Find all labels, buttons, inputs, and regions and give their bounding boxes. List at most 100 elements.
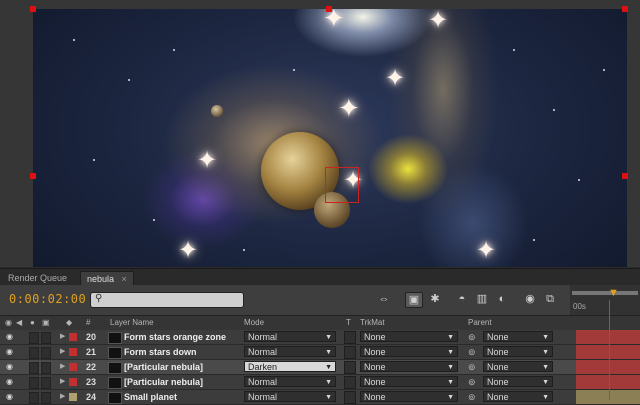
layer-name[interactable]: [Particular nebula] [124, 375, 203, 389]
time-indicator-icon[interactable]: ▼ [608, 287, 619, 299]
trkmat-select[interactable]: None ▼ [360, 331, 458, 342]
lock-switch[interactable] [41, 332, 51, 344]
header-layer-name[interactable]: Layer Name [110, 318, 154, 327]
lock-switch[interactable] [41, 362, 51, 374]
solo-icon[interactable]: ● [30, 318, 35, 327]
trkmat-select[interactable]: None ▼ [360, 346, 458, 357]
parent-select[interactable]: None ▼ [483, 331, 553, 342]
current-time-display[interactable]: 0:00:02:00 [9, 292, 86, 306]
expand-triangle-icon[interactable]: ▶ [60, 390, 65, 404]
trkmat-select[interactable]: None ▼ [360, 376, 458, 387]
eye-icon[interactable]: ◉ [6, 330, 13, 344]
blend-mode-select[interactable]: Normal ▼ [244, 391, 336, 402]
pickwhip-icon[interactable]: ⊚ [468, 330, 476, 344]
expand-triangle-icon[interactable]: ▶ [60, 360, 65, 374]
layer-name[interactable]: Form stars down [124, 345, 197, 359]
eye-icon[interactable]: ◉ [6, 375, 13, 389]
parent-select[interactable]: None ▼ [483, 361, 553, 372]
layer-name[interactable]: Small planet [124, 390, 177, 404]
blend-mode-select[interactable]: Darken ▼ [244, 361, 336, 372]
brainstorm-icon[interactable]: ◉ [522, 292, 538, 306]
blend-mode-select[interactable]: Normal ▼ [244, 346, 336, 357]
audio-icon[interactable]: ◀ [16, 318, 22, 327]
trkmat-select[interactable]: None ▼ [360, 361, 458, 372]
header-mode[interactable]: Mode [244, 318, 264, 327]
composition-canvas[interactable]: ✦ ✦ ✦ ✦ ✦ ✦ ✦ ✦ [33, 9, 627, 267]
lock-switch[interactable] [41, 347, 51, 359]
label-color-swatch[interactable] [69, 363, 77, 371]
solo-switch[interactable] [29, 392, 39, 404]
tab-nebula[interactable]: nebula × [80, 271, 134, 286]
header-number[interactable]: # [86, 318, 90, 327]
solo-switch[interactable] [29, 347, 39, 359]
label-icon[interactable]: ◆ [66, 318, 72, 327]
eye-icon[interactable]: ◉ [6, 360, 13, 374]
layer-duration-bar[interactable] [576, 330, 640, 344]
time-ruler[interactable]: ▼ 00s [570, 285, 640, 315]
parent-select[interactable]: None ▼ [483, 376, 553, 387]
pickwhip-icon[interactable]: ⊚ [468, 360, 476, 374]
preserve-transparency-toggle[interactable] [344, 361, 356, 374]
search-input[interactable]: ⚲ [90, 292, 244, 308]
layer-name[interactable]: Form stars orange zone [124, 330, 226, 344]
preserve-transparency-toggle[interactable] [344, 331, 356, 344]
pickwhip-icon[interactable]: ⊚ [468, 375, 476, 389]
layer-selection-box[interactable] [325, 167, 359, 203]
preserve-transparency-toggle[interactable] [344, 346, 356, 359]
header-trkmat[interactable]: TrkMat [360, 318, 385, 327]
preserve-transparency-toggle[interactable] [344, 391, 356, 404]
layer-duration-bar[interactable] [576, 345, 640, 359]
close-icon[interactable]: × [122, 274, 127, 284]
work-area-bar[interactable] [572, 291, 638, 295]
label-color-swatch[interactable] [69, 378, 77, 386]
lock-switch[interactable] [41, 392, 51, 404]
comp-handle[interactable] [622, 6, 628, 12]
solo-switch[interactable] [29, 377, 39, 389]
layer-duration-bar[interactable] [576, 360, 640, 374]
eye-icon[interactable]: ◉ [6, 390, 13, 404]
motion-blur-icon[interactable]: ◐ [494, 292, 510, 306]
solo-switch[interactable] [29, 362, 39, 374]
layer-row[interactable]: ◉ ▶ 21 Form stars down Normal ▼ None ▼ ⊚… [0, 345, 640, 360]
lock-icon[interactable]: ▣ [42, 318, 50, 327]
parent-select[interactable]: None ▼ [483, 391, 553, 402]
tab-render-queue[interactable]: Render Queue [2, 271, 73, 285]
frame-blending-icon[interactable]: ▥ [474, 292, 490, 306]
preserve-transparency-toggle[interactable] [344, 376, 356, 389]
blend-mode-select[interactable]: Normal ▼ [244, 376, 336, 387]
timeline-controls: 0:00:02:00 ⚲ ⇔ ▣ ✱ ◓ ▥ ◐ ◉ ⧉ [0, 285, 640, 315]
layer-row[interactable]: ◉ ▶ 23 [Particular nebula] Normal ▼ None… [0, 375, 640, 390]
draft-3d-icon[interactable]: ✱ [427, 292, 443, 306]
layer-duration-bar[interactable] [576, 375, 640, 389]
layer-row[interactable]: ◉ ▶ 24 Small planet Normal ▼ None ▼ ⊚ No… [0, 390, 640, 405]
header-t[interactable]: T [346, 318, 351, 327]
layer-row[interactable]: ◉ ▶ 20 Form stars orange zone Normal ▼ N… [0, 330, 640, 345]
blend-mode-select[interactable]: Normal ▼ [244, 331, 336, 342]
comp-handle[interactable] [326, 6, 332, 12]
pickwhip-icon[interactable]: ⊚ [468, 345, 476, 359]
solo-switch[interactable] [29, 332, 39, 344]
parent-select[interactable]: None ▼ [483, 346, 553, 357]
pickwhip-icon[interactable]: ⊚ [468, 390, 476, 404]
live-update-icon[interactable]: ▣ [405, 292, 423, 308]
expand-triangle-icon[interactable]: ▶ [60, 345, 65, 359]
graph-editor-icon[interactable]: ⧉ [542, 292, 558, 306]
eye-icon[interactable]: ◉ [6, 345, 13, 359]
eye-icon[interactable]: ◉ [5, 318, 12, 327]
hide-shy-layers-icon[interactable]: ◓ [454, 292, 470, 306]
comp-handle[interactable] [622, 173, 628, 179]
expand-triangle-icon[interactable]: ▶ [60, 375, 65, 389]
label-color-swatch[interactable] [69, 348, 77, 356]
comp-mini-flowchart-icon[interactable]: ⇔ [376, 292, 392, 306]
composition-viewer[interactable]: ✦ ✦ ✦ ✦ ✦ ✦ ✦ ✦ [0, 0, 640, 267]
expand-triangle-icon[interactable]: ▶ [60, 330, 65, 344]
layer-name[interactable]: [Particular nebula] [124, 360, 203, 374]
header-parent[interactable]: Parent [468, 318, 492, 327]
layer-duration-bar[interactable] [576, 390, 640, 404]
layer-row[interactable]: ◉ ▶ 22 [Particular nebula] Darken ▼ None… [0, 360, 640, 375]
label-color-swatch[interactable] [69, 333, 77, 341]
comp-handle[interactable] [30, 173, 36, 179]
comp-handle[interactable] [30, 6, 36, 12]
lock-switch[interactable] [41, 377, 51, 389]
trkmat-select[interactable]: None ▼ [360, 391, 458, 402]
